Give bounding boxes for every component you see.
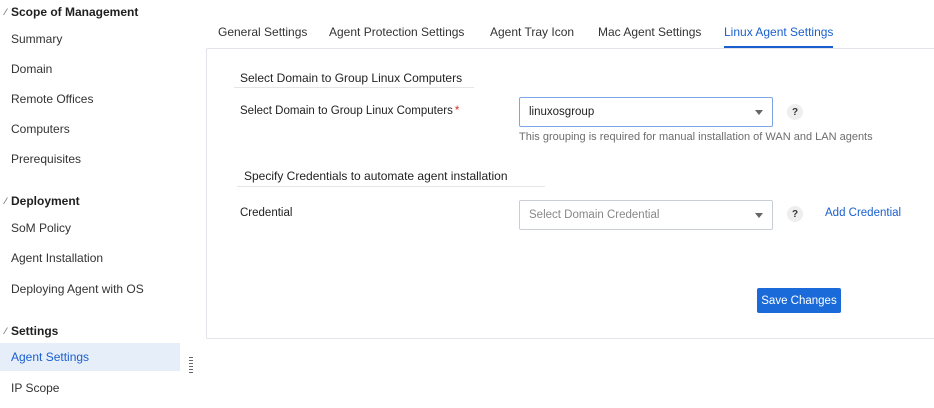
credential-select[interactable]: Select Domain Credential	[519, 200, 773, 230]
section-divider	[237, 186, 545, 187]
section-deployment[interactable]: ⁄ Deployment	[0, 191, 80, 211]
group-field-label: Select Domain to Group Linux Computers *	[240, 105, 460, 117]
sidebar-item-prerequisites[interactable]: Prerequisites	[0, 145, 180, 173]
required-mark: *	[454, 105, 460, 117]
tab-linux-agent-settings[interactable]: Linux Agent Settings	[724, 18, 834, 48]
save-changes-button[interactable]: Save Changes	[757, 288, 841, 313]
sidebar-item-agent-installation[interactable]: Agent Installation	[0, 244, 180, 272]
caret-down-icon	[755, 213, 763, 218]
section-title: Deployment	[11, 194, 80, 208]
credential-field-label: Credential	[240, 207, 293, 219]
sidebar-item-som-policy[interactable]: SoM Policy	[0, 214, 180, 242]
tab-agent-tray-icon[interactable]: Agent Tray Icon	[490, 18, 574, 48]
help-icon[interactable]: ?	[787, 104, 803, 120]
add-credential-link[interactable]: Add Credential	[825, 207, 901, 219]
select-placeholder: Select Domain Credential	[529, 209, 660, 221]
section-divider	[234, 87, 474, 88]
chevron-icon: ⁄	[4, 196, 7, 206]
sidebar: ⁄ Scope of Management Summary Domain Rem…	[0, 0, 180, 408]
sidebar-item-remote-offices[interactable]: Remote Offices	[0, 85, 180, 113]
tab-general-settings[interactable]: General Settings	[218, 18, 307, 48]
section-scope-of-management[interactable]: ⁄ Scope of Management	[0, 2, 139, 22]
sidebar-item-agent-settings[interactable]: Agent Settings	[0, 343, 180, 371]
caret-down-icon	[755, 110, 763, 115]
chevron-icon: ⁄	[4, 7, 7, 17]
help-icon[interactable]: ?	[787, 206, 803, 222]
section-title: Scope of Management	[11, 5, 139, 19]
sidebar-item-ip-scope[interactable]: IP Scope	[0, 374, 180, 402]
chevron-icon: ⁄	[4, 326, 7, 336]
section-title-credentials: Specify Credentials to automate agent in…	[244, 169, 508, 183]
sidebar-item-summary[interactable]: Summary	[0, 25, 180, 53]
sidebar-item-computers[interactable]: Computers	[0, 115, 180, 143]
settings-tabs: General Settings Agent Protection Settin…	[207, 18, 907, 48]
section-title-group: Select Domain to Group Linux Computers	[240, 71, 463, 85]
section-title: Settings	[11, 324, 59, 338]
sidebar-item-domain[interactable]: Domain	[0, 55, 180, 83]
section-settings[interactable]: ⁄ Settings	[0, 321, 59, 341]
select-value: linuxosgroup	[529, 106, 595, 118]
tab-agent-protection-settings[interactable]: Agent Protection Settings	[329, 18, 464, 48]
tab-mac-agent-settings[interactable]: Mac Agent Settings	[598, 18, 701, 48]
group-hint: This grouping is required for manual ins…	[519, 131, 873, 143]
resize-handle-icon[interactable]	[189, 357, 193, 379]
group-domain-select[interactable]: linuxosgroup	[519, 97, 773, 127]
sidebar-item-deploying-agent-with-os[interactable]: Deploying Agent with OS	[0, 275, 180, 303]
settings-panel: Select Domain to Group Linux Computers S…	[206, 48, 934, 339]
